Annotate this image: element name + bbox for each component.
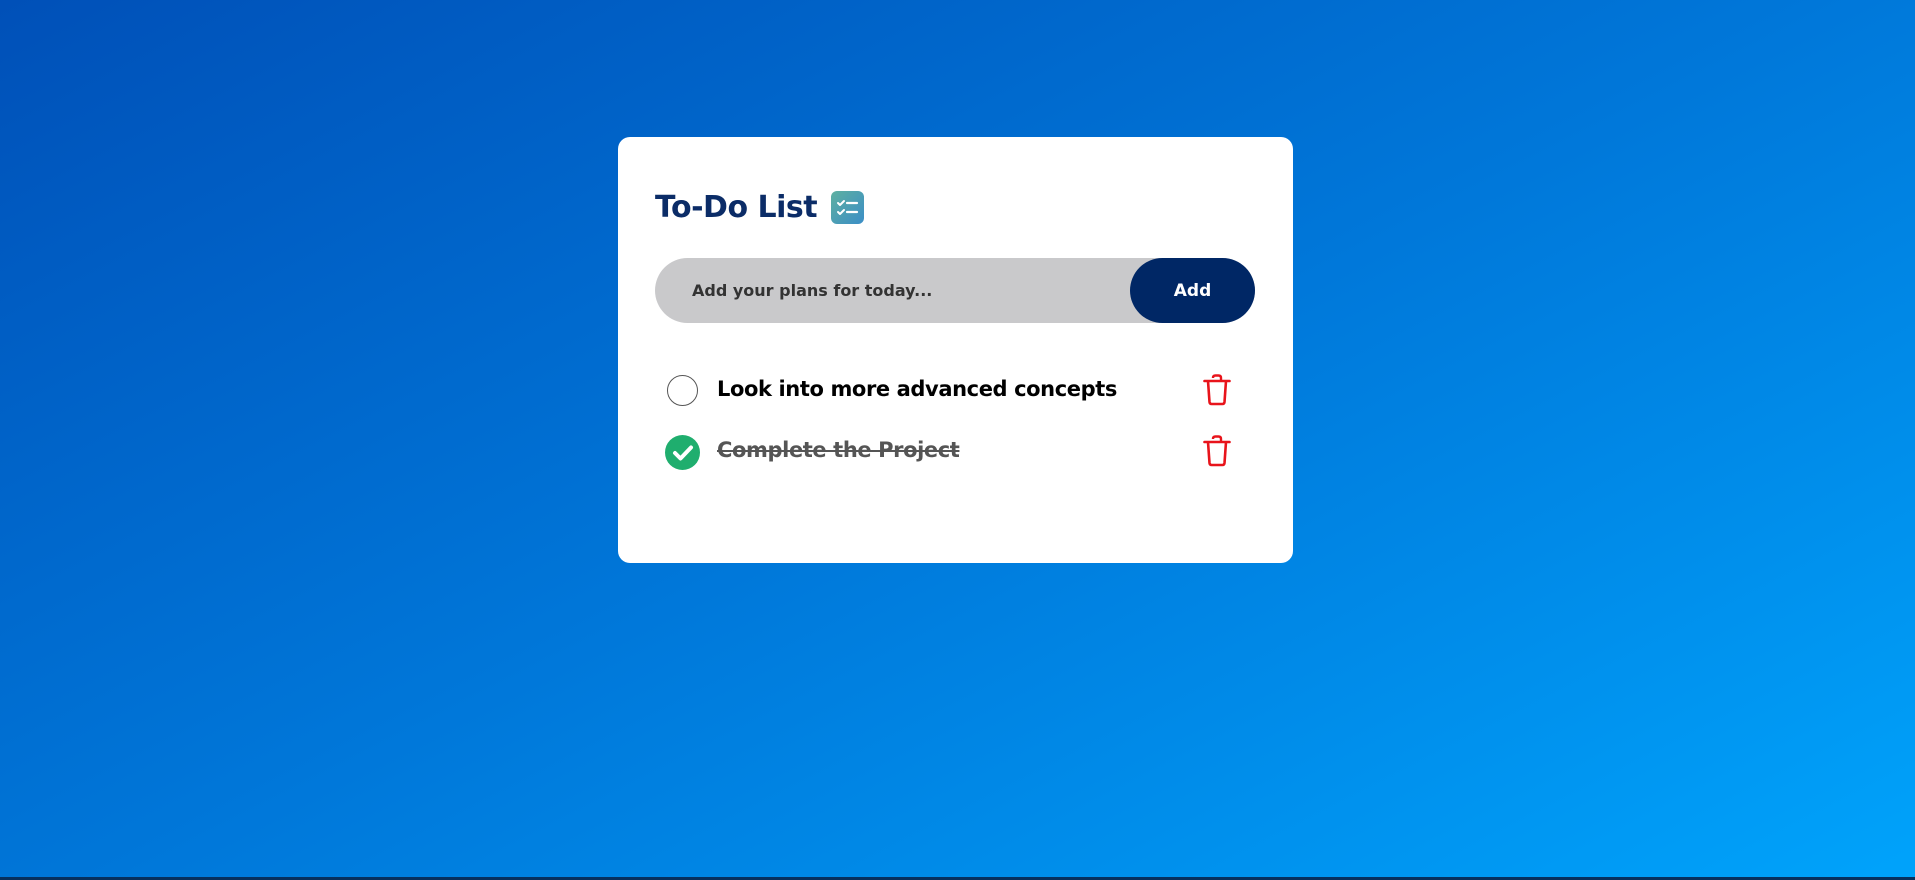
task-input[interactable]	[655, 258, 1125, 323]
add-button[interactable]: Add	[1130, 258, 1255, 323]
todo-card: To-Do List Add Look into more advanced c…	[618, 137, 1293, 563]
trash-icon[interactable]	[1202, 435, 1232, 467]
list-item[interactable]: Complete the Project	[655, 422, 1255, 483]
checklist-icon	[831, 191, 865, 224]
check-circle-icon[interactable]	[665, 435, 700, 470]
task-list: Look into more advanced concepts Complet…	[655, 361, 1255, 483]
list-item[interactable]: Look into more advanced concepts	[655, 361, 1255, 422]
add-task-row: Add	[655, 258, 1255, 323]
trash-icon[interactable]	[1202, 374, 1232, 406]
title-row: To-Do List	[655, 190, 865, 225]
page-title: To-Do List	[655, 190, 818, 225]
task-text[interactable]: Look into more advanced concepts	[717, 377, 1117, 401]
empty-circle-icon[interactable]	[667, 375, 698, 406]
task-text[interactable]: Complete the Project	[717, 438, 960, 462]
